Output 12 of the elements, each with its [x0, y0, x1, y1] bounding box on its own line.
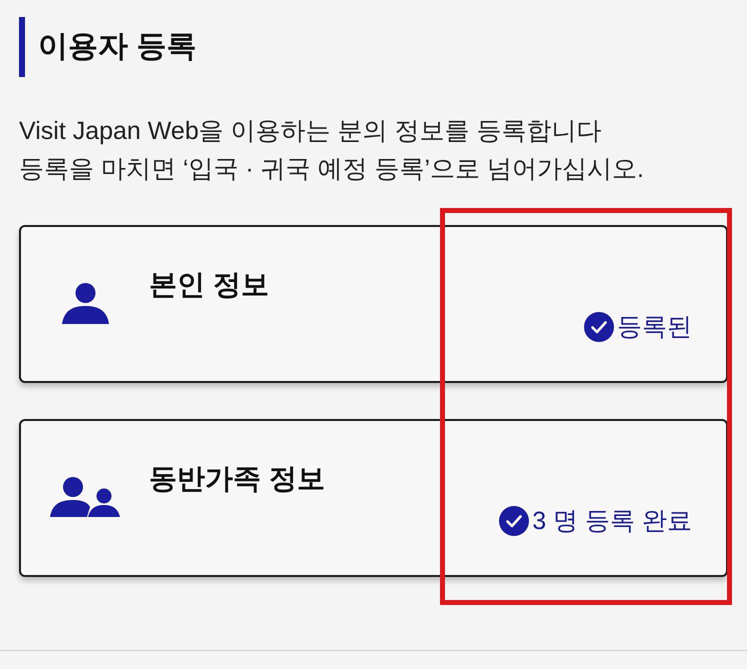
status-label: 등록된 — [617, 312, 692, 343]
card-title: 본인 정보 — [149, 269, 269, 300]
info-card[interactable]: 본인 정보 등록된 — [19, 225, 728, 383]
person-icon — [62, 283, 108, 324]
heading-accent-bar — [19, 17, 25, 77]
description-text: Visit Japan Web을 이용하는 분의 정보를 등록합니다 — [19, 116, 603, 147]
description-text: 등록을 마치면 ‘입국 · 귀국 예정 등록’으로 넘어가십시오. — [19, 154, 645, 185]
two-people-icon — [50, 477, 120, 517]
card-title: 동반가족 정보 — [149, 463, 325, 494]
info-card[interactable]: 동반가족 정보 3 명 등록 완료 — [19, 419, 728, 577]
section-title: 이용자 등록 — [38, 29, 196, 65]
status-label: 3 명 등록 완료 — [532, 506, 692, 537]
